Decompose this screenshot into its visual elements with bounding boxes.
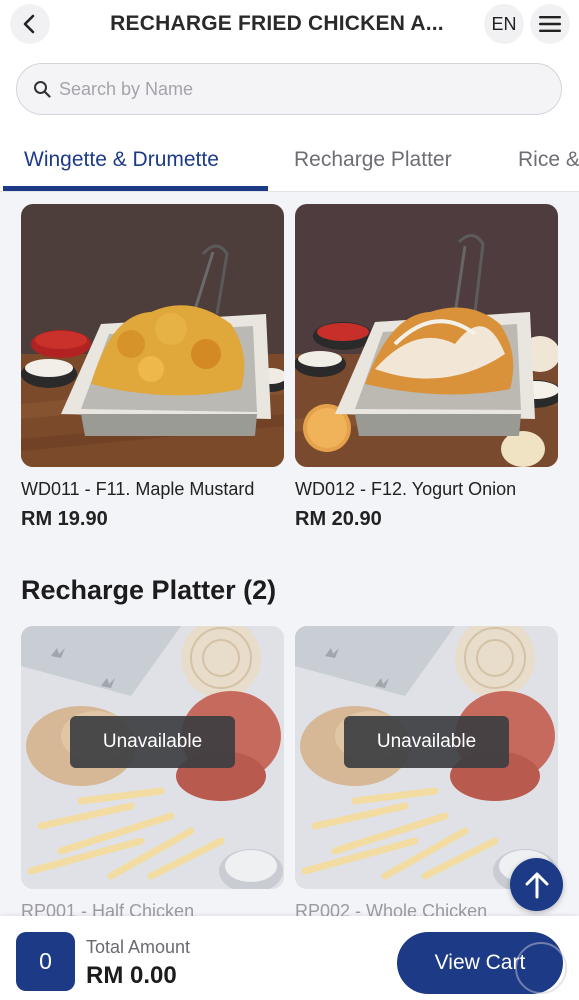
product-image: Unavailable [21, 626, 284, 889]
top-bar: RECHARGE FRIED CHICKEN A... EN [0, 0, 579, 52]
back-button[interactable] [10, 4, 50, 44]
product-price: RM 20.90 [295, 508, 382, 530]
menu-list[interactable]: WD011 - F11. Maple Mustard RM 19.90 WD01… [0, 192, 579, 916]
language-button[interactable]: EN [484, 4, 524, 44]
total-amount-value: RM 0.00 [86, 962, 177, 989]
menu-button[interactable] [530, 4, 570, 44]
tab-wingette-drumette[interactable]: Wingette & Drumette [24, 148, 219, 172]
back-arrow-icon [23, 14, 35, 34]
section-title: Recharge Platter (2) [21, 575, 277, 605]
scroll-to-top-button[interactable] [510, 858, 563, 911]
search-input[interactable] [59, 78, 519, 100]
unavailable-badge: Unavailable [344, 716, 509, 768]
product-price: RM 19.90 [21, 508, 108, 530]
product-name: RP001 - Half Chicken [21, 901, 195, 916]
product-name: WD011 - F11. Maple Mustard [21, 479, 255, 499]
product-card[interactable]: WD011 - F11. Maple Mustard RM 19.90 [21, 204, 284, 531]
product-image [21, 204, 284, 467]
search-icon [34, 81, 51, 98]
product-card[interactable]: Unavailable RP001 - Half Chicken [21, 626, 284, 916]
tab-rice[interactable]: Rice & [518, 148, 579, 172]
hamburger-menu-icon [539, 16, 561, 32]
tab-recharge-platter[interactable]: Recharge Platter [294, 148, 452, 172]
page-title: RECHARGE FRIED CHICKEN A... [110, 12, 444, 35]
watermark-logo [515, 942, 567, 994]
unavailable-badge: Unavailable [70, 716, 235, 768]
category-tabs: Wingette & Drumette Recharge Platter Ric… [0, 128, 579, 192]
active-tab-indicator [3, 186, 268, 191]
product-name: WD012 - F12. Yogurt Onion [295, 479, 517, 499]
product-image: Unavailable [295, 626, 558, 889]
total-amount-label: Total Amount [86, 937, 191, 957]
product-image [295, 204, 558, 467]
arrow-up-icon [525, 872, 548, 898]
search-area [0, 52, 579, 128]
search-box[interactable] [16, 63, 562, 115]
cart-footer: 0 Total Amount RM 0.00 View Cart [0, 916, 579, 1000]
cart-count-badge: 0 [16, 932, 75, 991]
product-card[interactable]: WD012 - F12. Yogurt Onion RM 20.90 [295, 204, 558, 531]
